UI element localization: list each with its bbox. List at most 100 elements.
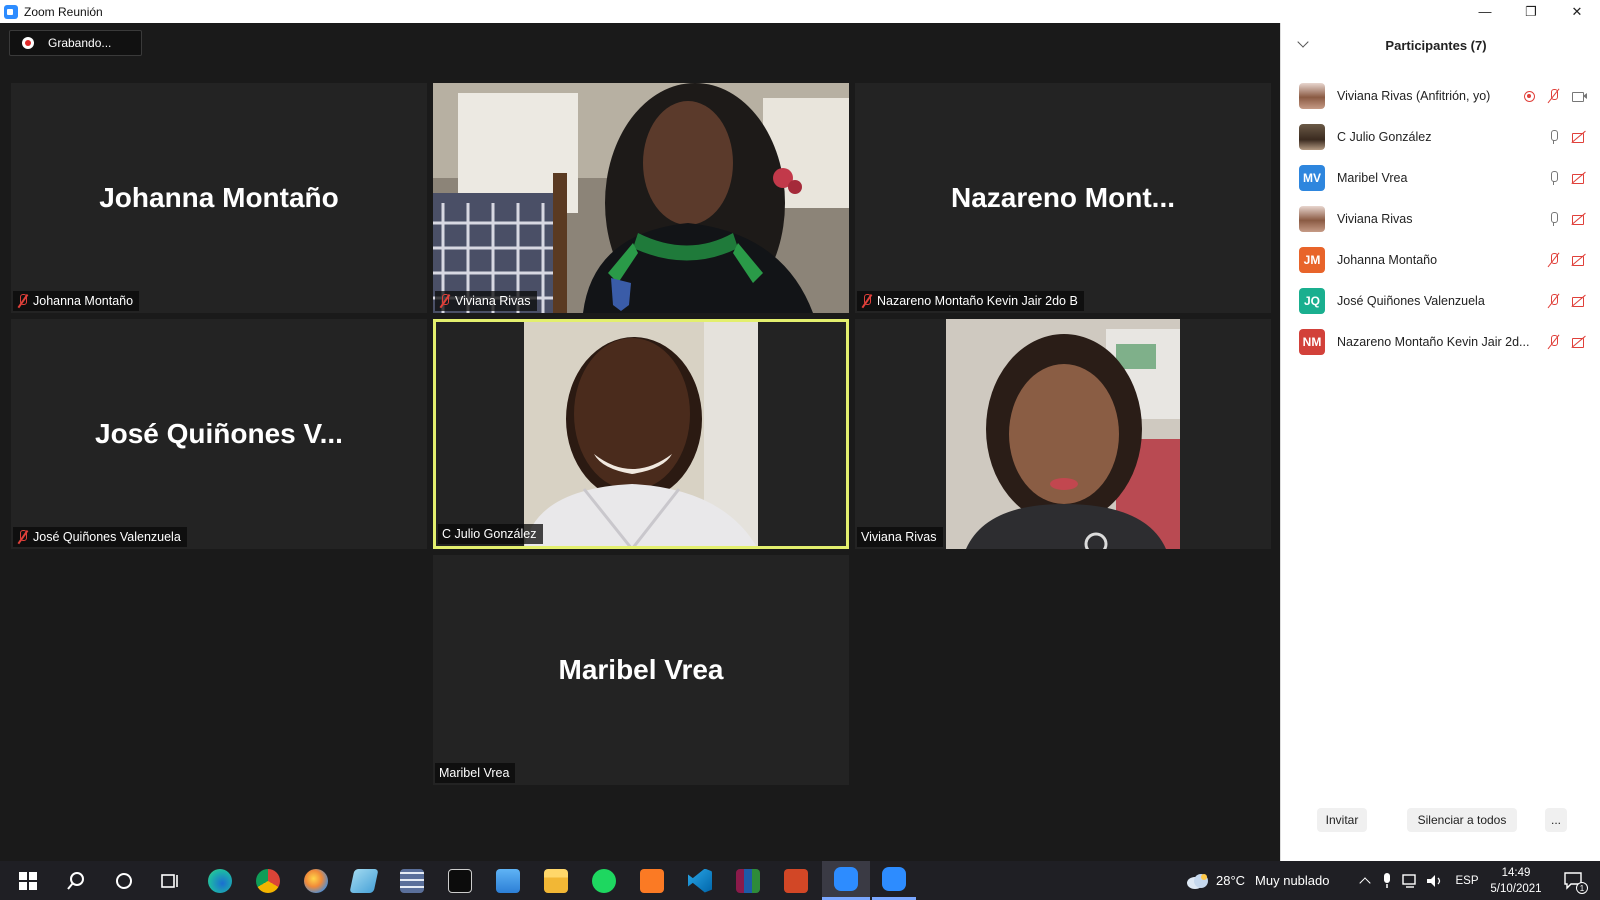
- participant-row[interactable]: JM Johanna Montaño: [1281, 239, 1600, 280]
- close-button[interactable]: ✕: [1554, 0, 1600, 23]
- name-tag: Maribel Vrea: [435, 763, 516, 783]
- zoom-window: Zoom Reunión — ❐ ✕ Grabando... Johanna M…: [0, 0, 1600, 900]
- participant-name: C Julio González: [1337, 129, 1432, 144]
- network-icon: [1402, 873, 1416, 888]
- language-indicator[interactable]: ESP: [1452, 861, 1482, 900]
- windows-icon: [19, 871, 37, 890]
- video-tile-maribel[interactable]: Maribel Vrea Maribel Vrea: [433, 555, 849, 785]
- recording-indicator[interactable]: Grabando...: [9, 30, 142, 56]
- invite-button[interactable]: Invitar: [1317, 808, 1367, 832]
- paint-taskbar-item[interactable]: [294, 861, 338, 900]
- video-tile-jose[interactable]: José Quiñones V... José Quiñones Valenzu…: [11, 319, 427, 549]
- panel-footer: Invitar Silenciar a todos ...: [1281, 808, 1600, 834]
- video-tile-julio[interactable]: C Julio González: [433, 319, 849, 549]
- winrar-icon: [736, 868, 760, 893]
- participant-row[interactable]: Viviana Rivas: [1281, 198, 1600, 239]
- mic-muted-icon[interactable]: [1546, 88, 1562, 104]
- participants-panel: Participantes (7) Viviana Rivas (Anfitri…: [1280, 23, 1600, 861]
- camera-off-icon[interactable]: [1571, 211, 1587, 227]
- avatar: JM: [1299, 246, 1325, 273]
- camera-off-icon[interactable]: [1571, 334, 1587, 350]
- mic-icon[interactable]: [1546, 211, 1562, 227]
- mic-muted-icon[interactable]: [1546, 334, 1562, 350]
- microphone-tray-icon[interactable]: [1378, 861, 1396, 900]
- maximize-button[interactable]: ❐: [1508, 0, 1554, 23]
- participant-row[interactable]: NM Nazareno Montaño Kevin Jair 2d...: [1281, 321, 1600, 362]
- avatar: MV: [1299, 164, 1325, 191]
- mute-all-button[interactable]: Silenciar a todos: [1407, 808, 1517, 832]
- microphone-icon: [1384, 872, 1390, 888]
- gallery-view: Grabando... Johanna Montaño Johanna Mont…: [0, 23, 1280, 861]
- cortana-icon: [116, 872, 132, 889]
- mic-icon[interactable]: [1546, 170, 1562, 186]
- avatar: NM: [1299, 328, 1325, 355]
- search-button[interactable]: [56, 861, 96, 900]
- zoom-app-icon: [4, 4, 18, 19]
- notification-count: 1: [1576, 882, 1588, 894]
- participant-name-large: Nazareno Mont...: [950, 182, 1175, 213]
- camera-off-icon[interactable]: [1571, 170, 1587, 186]
- notification-center-button[interactable]: 1: [1556, 861, 1592, 900]
- task-view-button[interactable]: [150, 861, 190, 900]
- chevron-down-icon[interactable]: [1297, 36, 1309, 48]
- avatar: [1299, 82, 1325, 109]
- video-tile-viviana-2[interactable]: Viviana Rivas: [855, 319, 1271, 549]
- xampp-icon: [640, 868, 664, 893]
- mic-icon[interactable]: [1546, 129, 1562, 145]
- notes-taskbar-item[interactable]: [342, 861, 386, 900]
- participant-name: Viviana Rivas: [1337, 211, 1413, 226]
- folder-icon: [544, 868, 568, 893]
- name-tag-label: Viviana Rivas: [455, 294, 531, 308]
- video-tile-johanna[interactable]: Johanna Montaño Johanna Montaño: [11, 83, 427, 313]
- recording-icon[interactable]: [1521, 88, 1537, 104]
- participant-name: Viviana Rivas (Anfitrión, yo): [1337, 88, 1491, 103]
- camera-off-icon[interactable]: [1571, 293, 1587, 309]
- chrome-taskbar-item[interactable]: [246, 861, 290, 900]
- edge-taskbar-item[interactable]: [198, 861, 242, 900]
- video-tile-viviana[interactable]: Viviana Rivas: [433, 83, 849, 313]
- zoom-icon: [834, 867, 858, 891]
- name-tag: Viviana Rivas: [857, 527, 943, 547]
- name-tag-label: Johanna Montaño: [33, 294, 134, 308]
- video-feed: [524, 319, 758, 549]
- control-panel-taskbar-item[interactable]: [486, 861, 530, 900]
- participant-row[interactable]: MV Maribel Vrea: [1281, 157, 1600, 198]
- winrar-taskbar-item[interactable]: [726, 861, 770, 900]
- zoom-meeting-taskbar-item[interactable]: [822, 861, 870, 900]
- participant-status-icons: [1546, 198, 1587, 239]
- camera-off-icon[interactable]: [1571, 129, 1587, 145]
- camera-icon[interactable]: [1571, 88, 1587, 104]
- cortana-button[interactable]: [104, 861, 144, 900]
- spotify-taskbar-item[interactable]: [582, 861, 626, 900]
- video-tile-nazareno[interactable]: Nazareno Mont... Nazareno Montaño Kevin …: [855, 83, 1271, 313]
- panel-header: Participantes (7): [1281, 23, 1600, 67]
- camera-off-icon[interactable]: [1571, 252, 1587, 268]
- zoom-taskbar-item[interactable]: [872, 861, 916, 900]
- participant-name: Maribel Vrea: [1337, 170, 1408, 185]
- network-tray-icon[interactable]: [1400, 861, 1422, 900]
- avatar: [1299, 123, 1325, 150]
- volume-tray-icon[interactable]: [1424, 861, 1446, 900]
- vscode-taskbar-item[interactable]: [678, 861, 722, 900]
- participant-row[interactable]: C Julio González: [1281, 116, 1600, 157]
- participant-row[interactable]: JQ José Quiñones Valenzuela: [1281, 280, 1600, 321]
- participant-row[interactable]: Viviana Rivas (Anfitrión, yo): [1281, 75, 1600, 116]
- mic-muted-icon[interactable]: [1546, 293, 1562, 309]
- cloud-icon: [1187, 873, 1208, 889]
- more-options-button[interactable]: ...: [1545, 808, 1567, 832]
- calculator-taskbar-item[interactable]: [390, 861, 434, 900]
- minimize-button[interactable]: —: [1462, 0, 1508, 23]
- system-clock[interactable]: 14:49 5/10/2021: [1481, 865, 1551, 897]
- name-tag: Nazareno Montaño Kevin Jair 2do B: [857, 291, 1084, 311]
- mic-muted-icon: [861, 294, 873, 308]
- terminal-taskbar-item[interactable]: [438, 861, 482, 900]
- powerpoint-taskbar-item[interactable]: [774, 861, 818, 900]
- start-button[interactable]: [8, 861, 48, 900]
- file-explorer-taskbar-item[interactable]: [534, 861, 578, 900]
- spotify-icon: [592, 868, 616, 893]
- paint-icon: [304, 868, 328, 893]
- xampp-taskbar-item[interactable]: [630, 861, 674, 900]
- weather-widget[interactable]: 28°C Muy nublado: [1186, 861, 1350, 900]
- show-hidden-icons-button[interactable]: [1356, 861, 1374, 900]
- mic-muted-icon[interactable]: [1546, 252, 1562, 268]
